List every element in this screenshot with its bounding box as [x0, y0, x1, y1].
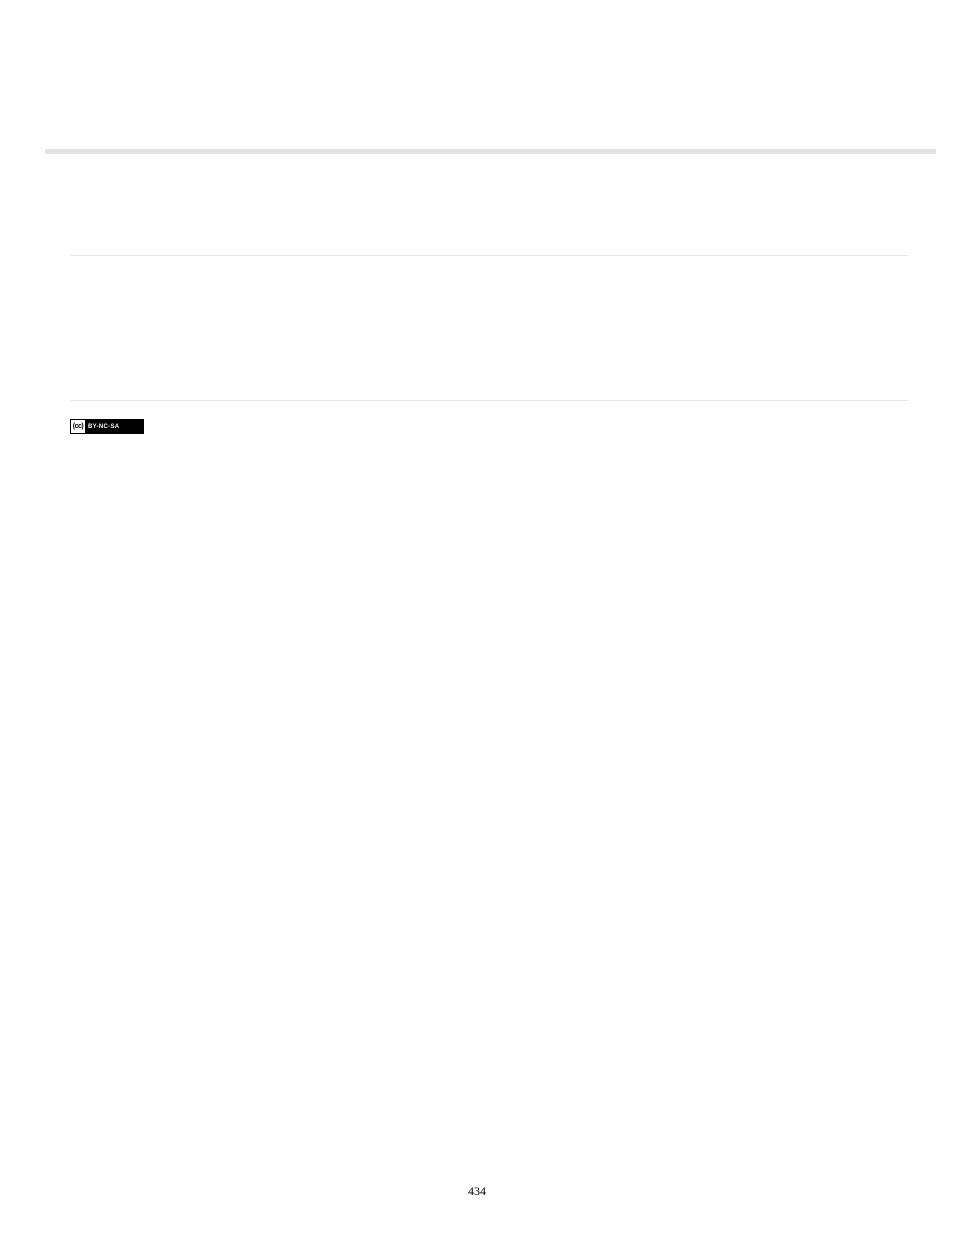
- cc-license-badge: (cc) BY-NC-SA: [70, 419, 144, 434]
- cc-license-label: BY-NC-SA: [88, 424, 119, 430]
- section-divider-1: [70, 255, 908, 256]
- cc-logo-icon: (cc): [71, 420, 85, 433]
- cc-symbol-text: (cc): [73, 423, 83, 430]
- top-divider: [45, 149, 936, 154]
- section-divider-2: [70, 400, 908, 401]
- page-number: 434: [0, 1184, 954, 1199]
